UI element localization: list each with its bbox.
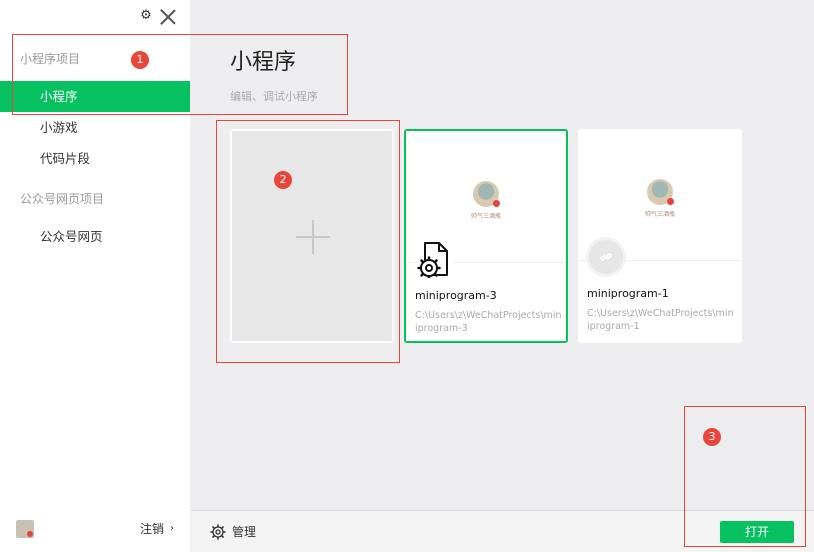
sidebar-item-code-snippet[interactable]: 代码片段 bbox=[0, 143, 190, 174]
project-name: miniprogram-1 bbox=[587, 287, 669, 300]
annotation-box-1 bbox=[12, 34, 348, 115]
window-controls: ⚙ bbox=[140, 8, 176, 24]
project-path: C:\Users\z\WeChatProjects\miniprogram-1 bbox=[587, 308, 734, 332]
project-thumbnail bbox=[473, 181, 500, 207]
project-card-miniprogram-1[interactable]: 帅气三酒瓶 miniprogram-1 C:\Users\z\WeChatPro… bbox=[578, 129, 742, 343]
manage-label: 管理 bbox=[232, 525, 257, 539]
annotation-number-1: 1 bbox=[131, 51, 149, 69]
thumbnail-caption: 帅气三酒瓶 bbox=[644, 211, 675, 218]
thumbnail-caption: 帅气三酒瓶 bbox=[470, 213, 501, 220]
annotation-box-3 bbox=[684, 406, 806, 547]
annotation-number-3: 3 bbox=[703, 428, 721, 446]
project-path: C:\Users\z\WeChatProjects\miniprogram-3 bbox=[415, 310, 562, 334]
manage-button[interactable]: 管理 bbox=[210, 523, 256, 540]
avatar[interactable] bbox=[16, 520, 34, 538]
close-icon[interactable] bbox=[160, 8, 176, 24]
miniprogram-link-icon bbox=[586, 237, 626, 277]
project-name: miniprogram-3 bbox=[415, 289, 497, 302]
sidebar-item-official-account-web[interactable]: 公众号网页 bbox=[0, 221, 190, 252]
manage-gear-icon bbox=[210, 523, 226, 540]
annotation-box-2 bbox=[216, 120, 400, 363]
annotation-number-2: 2 bbox=[274, 171, 292, 189]
sidebar-item-label: 公众号网页 bbox=[40, 229, 103, 244]
project-card-miniprogram-3[interactable]: 帅气三酒瓶 miniprogram-3 C:\Users\z\WeChatPro… bbox=[404, 129, 568, 343]
gear-file-icon bbox=[414, 239, 454, 279]
settings-icon[interactable]: ⚙ bbox=[140, 9, 152, 23]
sidebar-footer: 注销 › bbox=[0, 508, 190, 552]
sidebar-item-label: 代码片段 bbox=[40, 151, 91, 166]
sidebar-item-minigame[interactable]: 小游戏 bbox=[0, 112, 190, 143]
project-thumbnail bbox=[647, 179, 674, 205]
chevron-right-icon: › bbox=[170, 523, 174, 534]
logout-button[interactable]: 注销 › bbox=[140, 520, 174, 537]
logout-label: 注销 bbox=[139, 522, 164, 536]
sidebar-item-label: 小游戏 bbox=[40, 120, 78, 135]
section-title-official-account-projects: 公众号网页项目 bbox=[20, 192, 105, 206]
